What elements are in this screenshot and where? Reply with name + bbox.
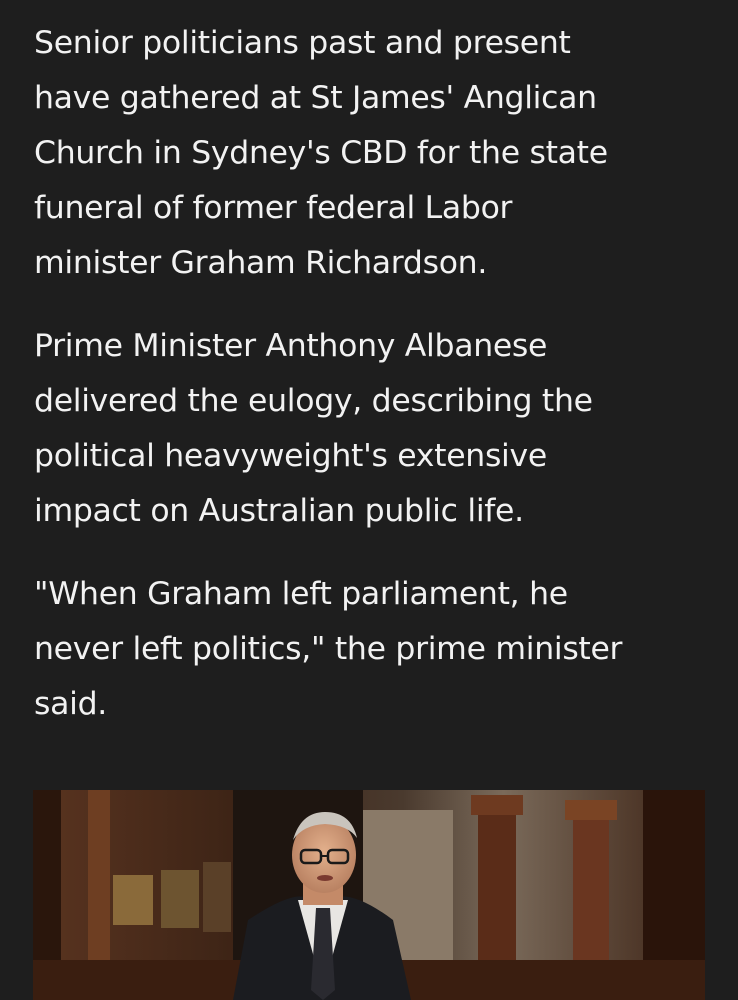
article-paragraph-1: Senior politicians past and present have… (34, 25, 608, 281)
article-paragraph-3: "When Graham left parliament, he never l… (34, 576, 623, 722)
photo-illustration (33, 790, 705, 1000)
article-body: Senior politicians past and present have… (34, 16, 714, 760)
article-photo[interactable] (33, 790, 705, 1000)
article-paragraph-2: Prime Minister Anthony Albanese delivere… (34, 328, 593, 529)
